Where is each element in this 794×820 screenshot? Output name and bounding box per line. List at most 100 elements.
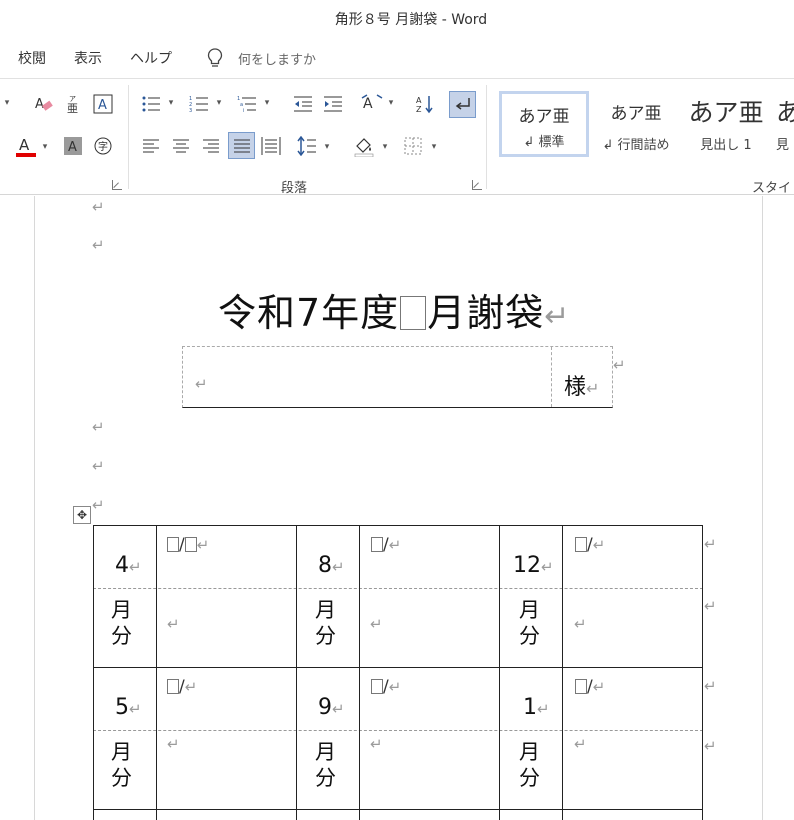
chevron-down-icon[interactable]: ▾ [380, 139, 390, 155]
style-heading-1[interactable]: あア亜 見出し 1 [684, 91, 768, 157]
align-center-icon[interactable] [170, 135, 192, 157]
style-name: ↲ 行間詰め [602, 138, 670, 153]
month-number: 4 [115, 553, 129, 578]
month-unit-cell[interactable]: 月分 [111, 739, 132, 791]
month-unit-cell[interactable]: 月分 [519, 739, 540, 791]
svg-text:Z: Z [416, 105, 422, 114]
honorific-sama: 様↵ [564, 369, 599, 401]
sort-icon[interactable]: AZ [414, 93, 436, 115]
month-number: 9 [318, 695, 332, 720]
paragraph-mark: ↵ [613, 356, 626, 374]
asian-layout-icon[interactable]: A [360, 93, 384, 115]
month-unit-bun: 分 [111, 624, 132, 648]
svg-text:A: A [68, 140, 77, 155]
show-formatting-marks-icon[interactable] [449, 91, 476, 118]
paragraph-mark: ↵ [129, 700, 142, 718]
table-border [93, 667, 703, 668]
align-left-icon[interactable] [140, 135, 162, 157]
paragraph-mark: ↵ [196, 536, 210, 554]
document-area[interactable]: ↵ ↵ 令和7年度 月謝袋↵ ↵ 様↵ ↵ ↵ ↵ ↵ ✥ 4↵ / ↵ 月分 ↵ [0, 196, 794, 820]
tab-view[interactable]: 表示 [74, 48, 102, 68]
honorific-text: 様 [564, 375, 587, 400]
justify-icon[interactable] [228, 132, 255, 159]
placeholder-box [575, 537, 587, 552]
style-sample: あア亜 [688, 98, 764, 127]
bullets-icon[interactable] [140, 93, 162, 115]
month-unit-cell[interactable]: 月分 [315, 739, 336, 791]
date-cell[interactable]: /↵ [371, 677, 401, 697]
ribbon-separator [128, 85, 129, 189]
multilevel-list-icon[interactable]: 1ai [236, 93, 258, 115]
month-unit-cell[interactable]: 月分 [519, 597, 540, 649]
document-title[interactable]: 令和7年度 月謝袋↵ [218, 282, 570, 337]
tab-review[interactable]: 校閲 [18, 48, 46, 68]
date-cell[interactable]: /↵ [575, 535, 605, 555]
paragraph-mark: ↵ [92, 236, 105, 254]
table-border [499, 525, 500, 820]
placeholder-box [371, 537, 383, 552]
svg-text:字: 字 [98, 140, 108, 153]
paragraph-mark: ↵ [586, 379, 600, 398]
month-number: 1 [523, 695, 537, 720]
tab-help[interactable]: ヘルプ [130, 48, 172, 68]
character-shading-icon[interactable]: A [62, 135, 84, 157]
chevron-down-icon[interactable]: ▾ [2, 95, 12, 111]
enclose-character-icon[interactable]: A [92, 93, 114, 115]
tell-me-box[interactable]: 何をしますか [206, 47, 316, 69]
numbering-icon[interactable]: 123 [188, 93, 210, 115]
month-unit-tsuki: 月 [111, 598, 132, 622]
borders-icon[interactable] [402, 135, 424, 157]
style-heading-2[interactable]: あ 見 [776, 91, 794, 157]
row-end-mark: ↵ [704, 737, 717, 755]
month-number-cell[interactable]: 9↵ [318, 695, 345, 720]
increase-indent-icon[interactable] [322, 93, 344, 115]
font-dialog-launcher-icon[interactable] [112, 180, 122, 190]
table-border [296, 525, 297, 820]
date-cell[interactable]: /↵ [371, 535, 401, 555]
decrease-indent-icon[interactable] [292, 93, 314, 115]
month-number: 5 [115, 695, 129, 720]
table-divider [551, 347, 552, 407]
month-number-cell[interactable]: 5↵ [115, 695, 142, 720]
table-move-handle-icon[interactable]: ✥ [73, 506, 91, 524]
row-end-mark: ↵ [704, 597, 717, 615]
window-title: 角形８号 月謝袋 - Word [334, 12, 488, 28]
date-cell[interactable]: /↵ [167, 677, 197, 697]
month-unit-cell[interactable]: 月分 [111, 597, 132, 649]
placeholder-box [371, 679, 383, 694]
table-border [93, 730, 703, 731]
enclosed-character-icon[interactable]: 字 [92, 135, 114, 157]
date-cell[interactable]: /↵ [167, 535, 209, 555]
month-unit-bun: 分 [519, 624, 540, 648]
month-number-cell[interactable]: 4↵ [115, 553, 142, 578]
month-unit-cell[interactable]: 月分 [315, 597, 336, 649]
chevron-down-icon[interactable]: ▾ [40, 139, 50, 155]
month-number-cell[interactable]: 12↵ [513, 553, 554, 578]
name-field-table[interactable]: ↵ 様↵ [182, 346, 613, 408]
shading-icon[interactable] [352, 134, 376, 158]
align-right-icon[interactable] [200, 135, 222, 157]
font-color-icon[interactable]: A [14, 135, 38, 159]
chevron-down-icon[interactable]: ▾ [166, 95, 176, 111]
chevron-down-icon[interactable]: ▾ [262, 95, 272, 111]
line-spacing-icon[interactable] [296, 135, 318, 157]
chevron-down-icon[interactable]: ▾ [214, 95, 224, 111]
distributed-icon[interactable] [259, 134, 283, 158]
month-number-cell[interactable]: 8↵ [318, 553, 345, 578]
table-border [359, 525, 360, 820]
svg-text:A: A [363, 96, 373, 112]
svg-text:i: i [243, 108, 244, 113]
date-cell[interactable]: /↵ [575, 677, 605, 697]
paragraph-dialog-launcher-icon[interactable] [472, 180, 482, 190]
title-bar: 角形８号 月謝袋 - Word [0, 0, 794, 38]
chevron-down-icon[interactable]: ▾ [386, 95, 396, 111]
clear-formatting-icon[interactable]: A [33, 93, 55, 115]
paragraph-mark: ↵ [92, 457, 105, 475]
month-number-cell[interactable]: 1↵ [523, 695, 550, 720]
chevron-down-icon[interactable]: ▾ [322, 139, 332, 155]
phonetic-guide-icon[interactable]: ア亜 [62, 93, 84, 115]
style-no-spacing[interactable]: あア亜 ↲ 行間詰め [596, 91, 676, 157]
style-normal[interactable]: あア亜 ↲ 標準 [499, 91, 589, 157]
chevron-down-icon[interactable]: ▾ [429, 139, 439, 155]
month-grid-table[interactable]: 4↵ / ↵ 月分 ↵ 8↵ /↵ 月分 ↵ 12↵ /↵ 月分 ↵ ↵ ↵ 5↵… [93, 525, 717, 820]
